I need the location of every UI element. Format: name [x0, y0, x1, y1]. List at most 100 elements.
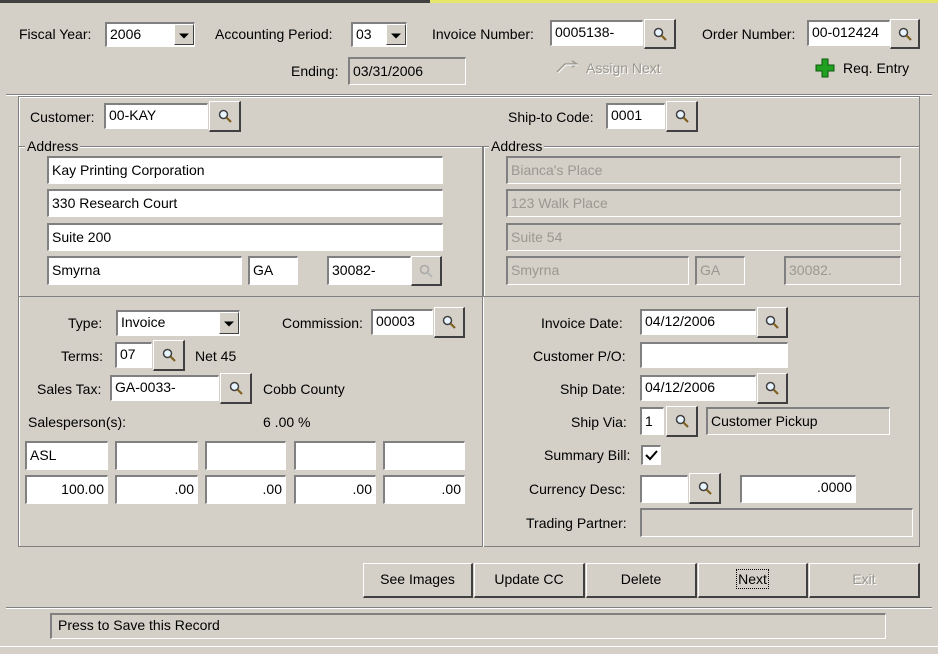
invoice-lookup-button[interactable] [644, 19, 676, 49]
invoice-date-input[interactable]: 04/12/2006 [640, 309, 756, 335]
commission-percent-total: 6 .00 % [263, 414, 311, 430]
delete-label: Delete [620, 571, 662, 587]
invoice-number-label: Invoice Number: [432, 26, 534, 42]
currency-rate-field[interactable]: .0000 [740, 475, 856, 503]
next-button[interactable]: Next [698, 563, 808, 598]
magnifier-icon [698, 481, 712, 495]
type-select[interactable]: Invoice [116, 310, 240, 336]
shipto-code-input[interactable]: 0001 [606, 103, 665, 129]
req-entry-button[interactable]: Req. Entry [815, 58, 925, 80]
ship-via-input[interactable]: 1 [640, 407, 664, 435]
customer-address-line2[interactable]: 330 Research Court [47, 189, 443, 217]
accounting-period-value: 03 [356, 26, 372, 42]
salesperson-3-input[interactable] [205, 441, 286, 470]
ship-date-picker-button[interactable] [757, 373, 788, 404]
customer-city-field[interactable]: Smyrna [47, 256, 242, 285]
ship-via-description: Customer Pickup [706, 407, 890, 435]
salesperson-2-input[interactable] [115, 441, 198, 470]
shipto-address-title: Address [489, 138, 545, 154]
salesperson-4-percent[interactable]: .00 [294, 475, 376, 504]
magnifier-icon [765, 381, 779, 395]
customer-address-line1[interactable]: Kay Printing Corporation [47, 156, 443, 184]
shipto-code-label: Ship-to Code: [508, 109, 594, 125]
update-cc-button[interactable]: Update CC [474, 563, 585, 598]
magnifier-icon [442, 315, 456, 329]
terms-lookup-button[interactable] [153, 340, 185, 371]
trading-partner-field [640, 508, 913, 537]
salesperson-5-input[interactable] [383, 441, 465, 470]
customer-label: Customer: [30, 109, 95, 125]
fiscal-year-select[interactable]: 2006 [105, 22, 195, 47]
magnifier-icon [765, 315, 779, 329]
window-top-accent [430, 0, 938, 3]
commission-input[interactable]: 00003 [371, 309, 433, 335]
salesperson-3-percent[interactable]: .00 [205, 475, 286, 504]
magnifier-icon [229, 381, 243, 395]
accounting-period-dropdown-arrow[interactable] [386, 24, 406, 45]
sales-tax-lookup-button[interactable] [220, 373, 252, 404]
see-images-button[interactable]: See Images [363, 563, 473, 598]
magnifier-icon [653, 27, 667, 41]
currency-desc-label: Currency Desc: [529, 481, 626, 497]
magnifier-icon [218, 109, 232, 123]
invoice-date-label: Invoice Date: [541, 315, 623, 331]
invoice-date-picker-button[interactable] [757, 307, 788, 338]
status-bar: Press to Save this Record [50, 613, 886, 639]
commission-lookup-button[interactable] [434, 307, 465, 338]
salesperson-1-percent[interactable]: 100.00 [25, 475, 108, 504]
salesperson-1-input[interactable]: ASL [25, 441, 108, 470]
summary-bill-label: Summary Bill: [544, 447, 631, 463]
fiscal-year-dropdown-arrow[interactable] [174, 24, 194, 45]
customer-zip-field[interactable]: 30082- [327, 256, 411, 285]
currency-lookup-button[interactable] [689, 473, 721, 504]
delete-button[interactable]: Delete [586, 563, 697, 598]
customer-address-line3[interactable]: Suite 200 [47, 223, 443, 251]
shipto-lookup-button[interactable] [666, 101, 698, 132]
lower-section-divider [482, 297, 484, 547]
order-lookup-button[interactable] [890, 19, 920, 49]
shipto-zip-field: 30082. [784, 256, 901, 285]
terms-description: Net 45 [195, 348, 237, 364]
ship-date-input[interactable]: 04/12/2006 [640, 375, 756, 401]
invoice-number-input[interactable]: 0005138- [550, 20, 643, 46]
next-label: Next [736, 569, 769, 589]
magnifier-icon [675, 109, 689, 123]
shipto-address-line2: 123 Walk Place [506, 189, 901, 217]
accounting-period-label: Accounting Period: [215, 26, 333, 42]
customer-code-input[interactable]: 00-KAY [104, 103, 208, 129]
summary-bill-checkbox[interactable] [641, 445, 661, 465]
magnifier-icon [162, 348, 176, 362]
shipto-address-line1: Bianca's Place [506, 156, 901, 184]
ship-via-lookup-button[interactable] [666, 406, 698, 437]
type-dropdown-arrow[interactable] [219, 312, 239, 334]
assign-next-button[interactable]: Assign Next [553, 58, 673, 80]
terms-input[interactable]: 07 [115, 342, 152, 368]
assign-next-label: Assign Next [586, 60, 661, 76]
customer-state-field[interactable]: GA [248, 256, 298, 285]
customer-address-title: Address [25, 138, 81, 154]
type-value: Invoice [121, 314, 166, 330]
assign-next-icon [556, 60, 579, 74]
type-label: Type: [68, 315, 103, 331]
customer-po-input[interactable] [640, 342, 788, 368]
exit-button[interactable]: Exit [809, 563, 920, 598]
magnifier-icon [419, 264, 433, 278]
salesperson-4-input[interactable] [294, 441, 376, 470]
salesperson-5-percent[interactable]: .00 [383, 475, 465, 504]
salespersons-label: Salesperson(s): [28, 414, 127, 430]
commission-label: Commission: [282, 315, 363, 331]
fiscal-year-label: Fiscal Year: [19, 26, 92, 42]
currency-input[interactable] [640, 475, 688, 503]
sales-tax-input[interactable]: GA-0033- [110, 375, 219, 401]
customer-zip-lookup-button[interactable] [411, 256, 442, 286]
order-number-input[interactable]: 00-012424 [807, 20, 890, 46]
salesperson-2-percent[interactable]: .00 [115, 475, 198, 504]
req-entry-label: Req. Entry [843, 60, 910, 76]
customer-lookup-button[interactable] [209, 101, 241, 132]
accounting-period-select[interactable]: 03 [351, 22, 407, 47]
customer-po-label: Customer P/O: [533, 348, 626, 364]
update-cc-label: Update CC [494, 571, 564, 587]
sales-tax-label: Sales Tax: [37, 381, 102, 397]
see-images-label: See Images [380, 571, 455, 587]
trading-partner-label: Trading Partner: [526, 515, 627, 531]
